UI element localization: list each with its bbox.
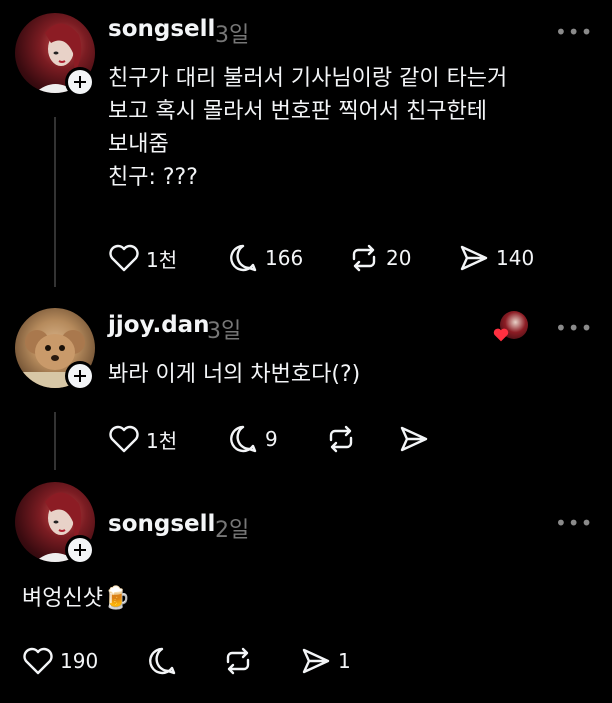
comment-button[interactable]: 9 [227, 424, 278, 454]
post-timestamp: 3일 [215, 23, 250, 48]
post-text: 친구가 대리 불러서 기사님이랑 같이 타는거 보고 혹시 몰라서 번호판 찍어… [108, 62, 507, 194]
post-text: 봐라 이게 너의 차번호다(?) [108, 358, 360, 391]
share-send-icon [460, 245, 488, 271]
plus-icon [68, 538, 92, 562]
like-count: 1천 [146, 428, 178, 453]
repost-button[interactable] [222, 646, 254, 676]
repost-icon [329, 425, 353, 453]
share-count: 1 [338, 649, 351, 673]
like-button[interactable]: 190 [22, 646, 98, 676]
more-options-button[interactable]: ••• [555, 511, 593, 535]
heart-icon [109, 425, 139, 453]
comment-bubble-icon [230, 425, 257, 453]
post-timestamp: 3일 [207, 319, 242, 344]
thread-line [54, 412, 56, 470]
post-text-line: 보내줌 [108, 132, 169, 157]
heart-liked-badge-icon [493, 328, 509, 342]
like-button[interactable]: 1천 [108, 243, 177, 273]
more-options-button[interactable]: ••• [555, 20, 593, 44]
like-count: 190 [60, 649, 99, 673]
share-send-icon [400, 426, 428, 452]
post-text-line: 친구: ??? [108, 165, 198, 190]
comment-button[interactable]: 166 [227, 243, 303, 273]
repost-button[interactable] [325, 424, 357, 454]
comment-count: 9 [265, 427, 278, 451]
post-username[interactable]: jjoy.dan [108, 312, 210, 338]
repost-count: 20 [386, 246, 412, 270]
post-text: 벼엉신샷🍺 [22, 582, 130, 615]
post-username[interactable]: songsell [108, 16, 215, 42]
post-timestamp: 2일 [215, 518, 250, 543]
more-options-button[interactable]: ••• [555, 316, 593, 340]
follow-button[interactable] [65, 535, 95, 565]
like-button[interactable]: 1천 [108, 424, 177, 454]
heart-icon [109, 244, 139, 272]
share-button[interactable] [398, 424, 430, 454]
post-text-line: 친구가 대리 불러서 기사님이랑 같이 타는거 [108, 66, 508, 91]
plus-icon [68, 70, 92, 94]
heart-icon [23, 647, 53, 675]
share-button[interactable]: 1 [300, 646, 351, 676]
author-liked-badge [492, 311, 532, 347]
comment-button[interactable] [146, 646, 178, 676]
comment-bubble-icon [149, 647, 176, 675]
share-count: 140 [496, 246, 535, 270]
repost-icon [352, 244, 376, 272]
thread-line [54, 117, 56, 287]
post-text-line: 봐라 이게 너의 차번호다(?) [108, 362, 361, 387]
follow-button[interactable] [65, 67, 95, 97]
like-count: 1천 [146, 247, 178, 272]
share-button[interactable]: 140 [458, 243, 534, 273]
share-send-icon [302, 648, 330, 674]
comment-count: 166 [265, 246, 304, 270]
follow-button[interactable] [65, 361, 95, 391]
repost-button[interactable]: 20 [348, 243, 411, 273]
comment-bubble-icon [230, 244, 257, 272]
post-username[interactable]: songsell [108, 511, 215, 537]
plus-icon [68, 364, 92, 388]
post-text-line: 보고 혹시 몰라서 번호판 찍어서 친구한테 [108, 99, 488, 124]
repost-icon [226, 647, 250, 675]
post-text-line: 벼엉신샷🍺 [22, 586, 131, 611]
